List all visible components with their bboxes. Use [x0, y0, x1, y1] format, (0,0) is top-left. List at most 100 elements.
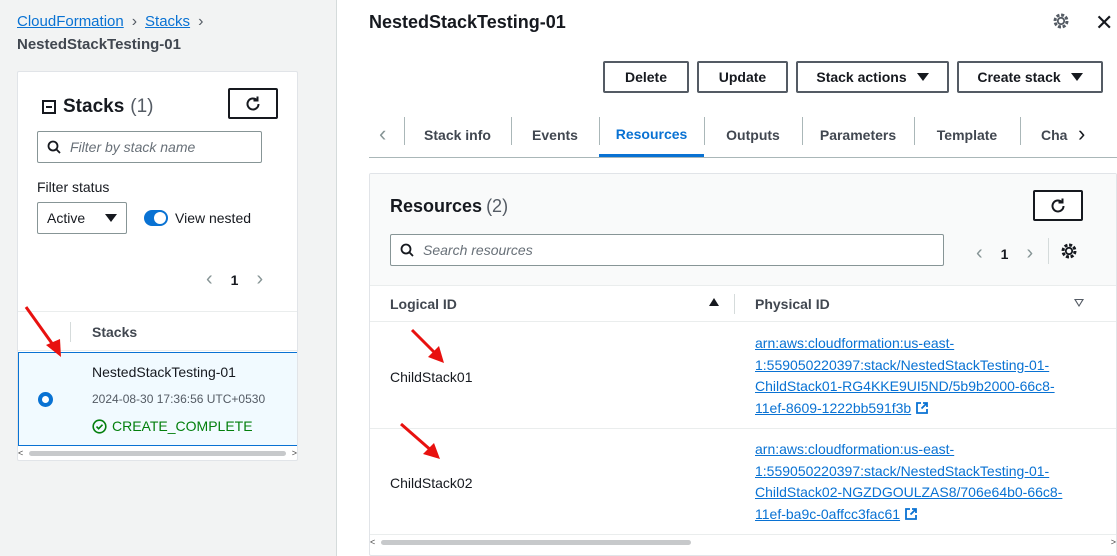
gear-icon[interactable]	[1060, 242, 1078, 260]
logical-id-cell: ChildStack01	[390, 369, 473, 385]
tab-template[interactable]: Template	[914, 113, 1020, 157]
tab-events[interactable]: Events	[511, 113, 599, 157]
gear-icon[interactable]	[1052, 12, 1070, 30]
stack-name: NestedStackTesting-01	[92, 364, 236, 380]
breadcrumb-separator: ›	[131, 13, 138, 30]
physical-id-line: 1:559050220397:stack/NestedStackTesting-…	[755, 356, 1050, 373]
close-icon[interactable]: ✕	[1095, 10, 1113, 36]
sort-icon[interactable]	[1074, 299, 1084, 307]
annotation-arrow	[24, 306, 61, 357]
annotation-arrow	[410, 328, 444, 363]
delete-button[interactable]: Delete	[603, 61, 689, 93]
view-nested-label: View nested	[175, 210, 252, 226]
physical-id-line: ChildStack02-NGZDGOULZAS8/706e64b0-66c8-	[755, 484, 1063, 500]
resources-search-input[interactable]: Search resources	[390, 234, 944, 266]
tab-bar: ‹ Stack info Events Resources Outputs Pa…	[369, 113, 1117, 158]
stack-filter-placeholder: Filter by stack name	[70, 139, 196, 155]
stacks-panel: Stacks (1) Filter by stack name Filter s…	[17, 71, 298, 461]
resources-panel: Resources (2) Search resources ‹ 1 › Logi…	[369, 173, 1117, 556]
resources-refresh-button[interactable]	[1033, 190, 1083, 221]
stack-actions-label: Stack actions	[816, 69, 907, 85]
physical-id-line: ChildStack01-RG4KKE9UI5ND/5b9b2000-66c8-	[755, 378, 1055, 394]
column-divider[interactable]	[734, 294, 735, 314]
search-icon	[400, 243, 414, 257]
resources-page-number[interactable]: 1	[1001, 246, 1009, 262]
update-button-label: Update	[718, 69, 767, 85]
stacks-column-header: Stacks	[92, 324, 138, 340]
stack-filter-input[interactable]: Filter by stack name	[37, 131, 262, 163]
tabs-scroll-right-icon[interactable]: ›	[1078, 121, 1085, 147]
scroll-right-icon[interactable]: >	[1111, 537, 1116, 547]
breadcrumb-separator: ›	[198, 13, 204, 30]
chevron-right-icon[interactable]: ›	[1026, 242, 1033, 265]
view-nested-toggle[interactable]	[144, 210, 168, 226]
sort-ascending-icon[interactable]	[709, 298, 719, 306]
scrollbar-thumb[interactable]	[29, 450, 286, 456]
column-divider	[70, 322, 71, 342]
physical-id-link[interactable]: arn:aws:cloudformation:us-east- 1:559050…	[755, 333, 1070, 419]
chevron-left-icon[interactable]: ‹	[206, 268, 213, 291]
search-icon	[47, 140, 61, 154]
physical-id-line: 1:559050220397:stack/NestedStackTesting-…	[755, 462, 1050, 479]
physical-id-link[interactable]: arn:aws:cloudformation:us-east- 1:559050…	[755, 439, 1070, 525]
refresh-icon	[1051, 198, 1065, 212]
physical-id-line: arn:aws:cloudformation:us-east-	[755, 441, 955, 457]
filter-status-value: Active	[47, 210, 86, 226]
tab-outputs[interactable]: Outputs	[704, 113, 802, 157]
stacks-refresh-button[interactable]	[228, 88, 278, 119]
caret-down-icon	[1070, 73, 1083, 81]
physical-id-line: 11ef-ba9c-0affcc3fac61	[755, 505, 901, 522]
stack-status-text: CREATE_COMPLETE	[112, 418, 253, 434]
tab-parameters[interactable]: Parameters	[802, 113, 914, 157]
pagination-divider	[1048, 238, 1049, 264]
create-stack-label: Create stack	[977, 69, 1061, 85]
delete-button-label: Delete	[624, 69, 668, 85]
stack-radio-selected[interactable]	[38, 392, 53, 407]
scroll-left-icon[interactable]: <	[18, 448, 23, 458]
tabs-scroll-left-icon[interactable]: ‹	[379, 121, 386, 147]
scroll-right-icon[interactable]: >	[292, 448, 297, 458]
filter-status-label: Filter status	[37, 179, 110, 195]
page-title: NestedStackTesting-01	[369, 12, 566, 32]
physical-id-line: 11ef-8609-1222bb591f3b	[755, 399, 912, 416]
tab-stack-info[interactable]: Stack info	[404, 113, 511, 157]
tab-resources[interactable]: Resources	[599, 113, 704, 157]
resources-title: Resources (2)	[390, 196, 508, 217]
stack-status: CREATE_COMPLETE	[92, 418, 253, 434]
collapse-icon[interactable]	[42, 100, 56, 114]
resources-count: (2)	[486, 196, 509, 216]
stack-row[interactable]: NestedStackTesting-01 2024-08-30 17:36:5…	[18, 352, 297, 446]
resources-horizontal-scrollbar[interactable]: < >	[370, 537, 1116, 547]
breadcrumb-stacks[interactable]: Stacks	[145, 13, 190, 30]
caret-down-icon	[916, 73, 929, 81]
table-row: ChildStack01 arn:aws:cloudformation:us-e…	[370, 323, 1116, 429]
scrollbar-thumb[interactable]	[381, 539, 692, 545]
create-stack-button[interactable]: Create stack	[957, 61, 1103, 93]
scroll-left-icon[interactable]: <	[370, 537, 375, 547]
physical-id-column-header[interactable]: Physical ID	[755, 296, 830, 312]
annotation-arrow	[400, 422, 440, 459]
stacks-horizontal-scrollbar[interactable]: < >	[18, 448, 297, 458]
stack-actions-button[interactable]: Stack actions	[796, 61, 949, 93]
chevron-left-icon[interactable]: ‹	[976, 242, 983, 265]
breadcrumb-cloudformation[interactable]: CloudFormation	[17, 13, 124, 30]
update-button[interactable]: Update	[697, 61, 788, 93]
physical-id-line: arn:aws:cloudformation:us-east-	[755, 335, 955, 351]
main-content: NestedStackTesting-01 ✕ Delete Update St…	[338, 0, 1117, 556]
refresh-icon	[246, 96, 260, 110]
filter-status-select[interactable]: Active	[37, 202, 127, 234]
stacks-pagination: ‹ 1 ›	[206, 268, 263, 291]
tab-change-sets[interactable]: Cha	[1020, 113, 1068, 157]
logical-id-cell: ChildStack02	[390, 475, 473, 491]
stacks-page-number[interactable]: 1	[231, 272, 239, 288]
chevron-right-icon[interactable]: ›	[256, 268, 263, 291]
logical-id-column-header[interactable]: Logical ID	[390, 296, 457, 312]
resources-search-placeholder: Search resources	[423, 242, 533, 258]
resources-table-header: Logical ID Physical ID	[370, 286, 1116, 322]
external-link-icon	[916, 401, 929, 414]
external-link-icon	[905, 507, 917, 520]
breadcrumb-current: NestedStackTesting-01	[17, 36, 181, 53]
resources-header: Resources (2) Search resources ‹ 1 ›	[370, 174, 1116, 286]
breadcrumb: CloudFormation › Stacks ›	[17, 13, 211, 31]
check-circle-icon	[92, 418, 107, 434]
